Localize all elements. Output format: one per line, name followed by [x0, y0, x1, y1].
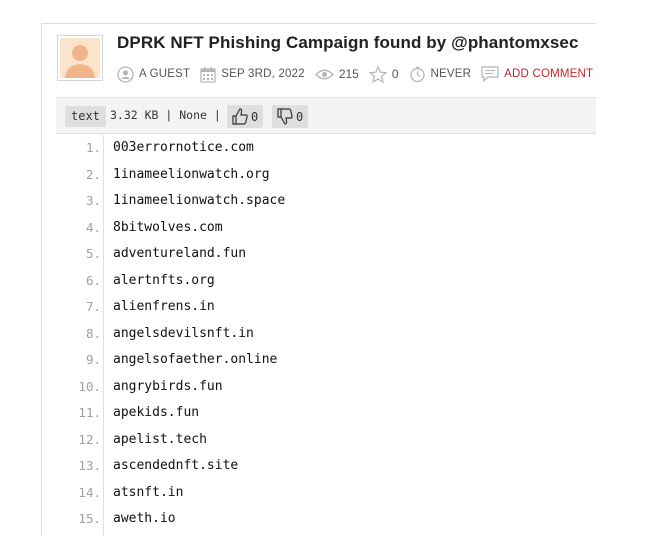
- author-name: A GUEST: [139, 68, 191, 80]
- line-number: 3.: [85, 193, 101, 208]
- add-comment-item[interactable]: ADD COMMENT: [481, 66, 593, 82]
- line-text[interactable]: 8bitwolves.com: [113, 215, 223, 241]
- code-line: 6. alertnfts.org: [56, 268, 596, 294]
- line-number: 5.: [85, 246, 101, 261]
- code-line: 3. 1inameelionwatch.space: [56, 188, 596, 214]
- line-number: 2.: [85, 166, 101, 182]
- comment-icon: [481, 66, 499, 82]
- thumbs-up-icon: [232, 108, 248, 125]
- star-icon: [368, 65, 387, 83]
- code-line: 4. 8bitwolves.com: [56, 215, 596, 241]
- line-number: 9.: [85, 352, 101, 367]
- like-button[interactable]: 0: [227, 105, 264, 128]
- views-count: 215: [338, 67, 359, 81]
- line-number: 15.: [78, 511, 101, 526]
- line-text[interactable]: angelsofaether.online: [113, 347, 277, 373]
- content-frame-top-border: [41, 23, 596, 24]
- paste-toolbar: text 3.32 KB | None | 0 0: [56, 97, 596, 134]
- line-text[interactable]: 003errornotice.com: [113, 135, 254, 161]
- line-number: 11.: [78, 405, 101, 420]
- user-icon: [117, 65, 134, 83]
- syntax-badge[interactable]: text: [65, 106, 106, 127]
- expiry-value: NEVER: [430, 68, 472, 80]
- paste-title: DPRK NFT Phishing Campaign found by @pha…: [117, 33, 579, 52]
- line-number: 8.: [85, 325, 101, 341]
- line-text[interactable]: angelsdevilsnft.in: [113, 321, 254, 347]
- line-number: 6.: [85, 272, 101, 288]
- line-text[interactable]: alienfrens.in: [113, 294, 215, 320]
- code-line: 10. angrybirds.fun: [56, 374, 596, 400]
- like-count: 0: [251, 109, 259, 124]
- line-number: 12.: [78, 431, 101, 447]
- code-line: 9. angelsofaether.online: [56, 347, 596, 373]
- code-line: 8. angelsdevilsnft.in: [56, 321, 596, 347]
- code-line: 12. apelist.tech: [56, 427, 596, 453]
- line-text[interactable]: alertnfts.org: [113, 268, 215, 294]
- dislike-button[interactable]: 0: [272, 105, 309, 128]
- author-item[interactable]: A GUEST: [117, 65, 191, 83]
- rating-item[interactable]: 0: [368, 65, 399, 83]
- line-text[interactable]: 1inameelionwatch.space: [113, 188, 285, 214]
- line-text[interactable]: ascendednft.site: [113, 453, 238, 479]
- paste-size-info: 3.32 KB | None |: [110, 108, 221, 122]
- line-number: 14.: [78, 484, 101, 500]
- paste-code-area: 1. 003errornotice.com 2. 1inameelionwatch.o…: [56, 135, 596, 536]
- calendar-icon: [200, 66, 216, 83]
- line-text[interactable]: atsnft.in: [113, 480, 183, 506]
- paste-date: SEP 3RD, 2022: [221, 68, 305, 80]
- line-text[interactable]: 1inameelionwatch.org: [113, 162, 270, 188]
- rating-count: 0: [391, 67, 399, 81]
- code-line: 1. 003errornotice.com: [56, 135, 596, 161]
- code-line: 2. 1inameelionwatch.org: [56, 162, 596, 188]
- views-item: 215: [314, 67, 359, 81]
- dislike-count: 0: [296, 109, 304, 124]
- expiry-item: NEVER: [409, 66, 472, 83]
- line-text[interactable]: aweth.io: [113, 506, 176, 532]
- paste-meta-bar: A GUEST SEP 3RD, 2022 215 0 NEVER ADD CO…: [117, 64, 603, 84]
- code-line: 7. alienfrens.in: [56, 294, 596, 320]
- guest-avatar: [57, 35, 103, 81]
- code-line: 11. apekids.fun: [56, 400, 596, 426]
- line-text[interactable]: angrybirds.fun: [113, 374, 223, 400]
- timer-icon: [409, 66, 426, 83]
- eye-icon: [314, 68, 334, 81]
- line-number: 1.: [85, 140, 101, 155]
- line-number: 13.: [78, 458, 101, 473]
- code-line: 13. ascendednft.site: [56, 453, 596, 479]
- line-number: 10.: [78, 378, 101, 394]
- code-line: 15. aweth.io: [56, 506, 596, 532]
- date-item: SEP 3RD, 2022: [200, 66, 305, 83]
- code-line: 5. adventureland.fun: [56, 241, 596, 267]
- content-frame-left-border: [41, 23, 42, 536]
- line-number: 7.: [85, 299, 101, 314]
- line-text[interactable]: adventureland.fun: [113, 241, 246, 267]
- add-comment-link[interactable]: ADD COMMENT: [504, 68, 593, 80]
- code-line: 14. atsnft.in: [56, 480, 596, 506]
- line-number: 4.: [85, 219, 101, 235]
- user-silhouette-icon: [60, 38, 100, 78]
- line-text[interactable]: apekids.fun: [113, 400, 199, 426]
- thumbs-down-icon: [277, 108, 293, 125]
- line-text[interactable]: apelist.tech: [113, 427, 207, 453]
